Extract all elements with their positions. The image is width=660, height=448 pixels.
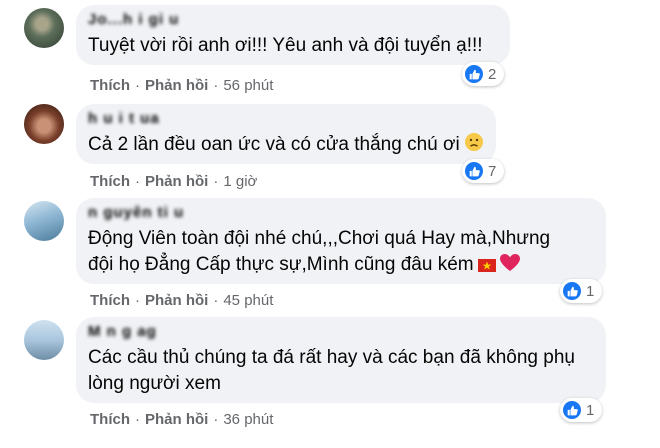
comment-bubble: h u i t ua Cả 2 lần đều oan ức và có cửa… <box>76 104 496 164</box>
comment-actions: Thích · Phản hồi · 1 giờ <box>90 173 257 190</box>
comment-text: Tuyệt vời rồi anh ơi!!! Yêu anh và đội t… <box>88 35 483 56</box>
comment-time[interactable]: 36 phút <box>223 411 273 428</box>
like-link[interactable]: Thích <box>90 173 130 190</box>
red-heart-icon <box>499 254 520 280</box>
comment-bubble: M n g ag Các cầu thủ chúng ta đá rất hay… <box>76 317 606 403</box>
separator-dot: · <box>213 292 219 309</box>
comment-actions: Thích · Phản hồi · 36 phút <box>90 411 273 428</box>
separator-dot: · <box>135 411 140 428</box>
comment-text: Động Viên toàn đội nhé chú,,,Chơi quá Ha… <box>88 226 550 280</box>
reaction-count: 2 <box>488 65 497 83</box>
sad-face-icon <box>464 132 484 160</box>
reaction-count: 7 <box>488 162 497 180</box>
separator-dot: · <box>213 77 219 94</box>
comment-time[interactable]: 56 phút <box>223 77 273 94</box>
reaction-count: 1 <box>586 401 595 419</box>
comment-time[interactable]: 1 giờ <box>223 173 257 190</box>
reply-link[interactable]: Phản hồi <box>145 77 208 94</box>
separator-dot: · <box>135 173 140 190</box>
comment-text: Cả 2 lần đều oan ức và có cửa thắng chú … <box>88 132 484 160</box>
comment-bubble: n guyên ti u Động Viên toàn đội nhé chú,… <box>76 198 606 284</box>
reaction-summary[interactable]: 1 <box>560 279 603 303</box>
separator-dot: · <box>135 77 140 94</box>
reaction-summary[interactable]: 2 <box>462 62 505 86</box>
comment-author[interactable]: n guyên ti u <box>88 204 184 221</box>
vietnam-flag-icon <box>477 254 496 280</box>
separator-dot: · <box>135 292 140 309</box>
avatar[interactable] <box>24 104 64 144</box>
thumbs-up-icon <box>563 401 581 419</box>
avatar[interactable] <box>24 201 64 241</box>
comment-time[interactable]: 45 phút <box>223 292 273 309</box>
reaction-count: 1 <box>586 282 595 300</box>
comment-actions: Thích · Phản hồi · 56 phút <box>90 77 273 94</box>
reply-link[interactable]: Phản hồi <box>145 292 208 309</box>
comment-bubble: Jo...h i gi u Tuyệt vời rồi anh ơi!!! Yê… <box>76 5 510 65</box>
comment-text-content: Cả 2 lần đều oan ức và có cửa thắng chú … <box>88 134 460 155</box>
reaction-summary[interactable]: 7 <box>462 159 505 183</box>
avatar[interactable] <box>24 320 64 360</box>
comment-author[interactable]: M n g ag <box>88 323 157 340</box>
thumbs-up-icon <box>465 162 483 180</box>
reply-link[interactable]: Phản hồi <box>145 411 208 428</box>
reaction-summary[interactable]: 1 <box>560 398 603 422</box>
separator-dot: · <box>213 173 219 190</box>
thumbs-up-icon <box>465 65 483 83</box>
like-link[interactable]: Thích <box>90 77 130 94</box>
reply-link[interactable]: Phản hồi <box>145 173 208 190</box>
thumbs-up-icon <box>563 282 581 300</box>
comment-actions: Thích · Phản hồi · 45 phút <box>90 292 273 309</box>
comment-author[interactable]: Jo...h i gi u <box>88 11 179 28</box>
like-link[interactable]: Thích <box>90 411 130 428</box>
like-link[interactable]: Thích <box>90 292 130 309</box>
comment-author[interactable]: h u i t ua <box>88 110 160 127</box>
avatar[interactable] <box>24 8 64 48</box>
comment-text: Các cầu thủ chúng ta đá rất hay và các b… <box>88 347 575 394</box>
separator-dot: · <box>213 411 219 428</box>
